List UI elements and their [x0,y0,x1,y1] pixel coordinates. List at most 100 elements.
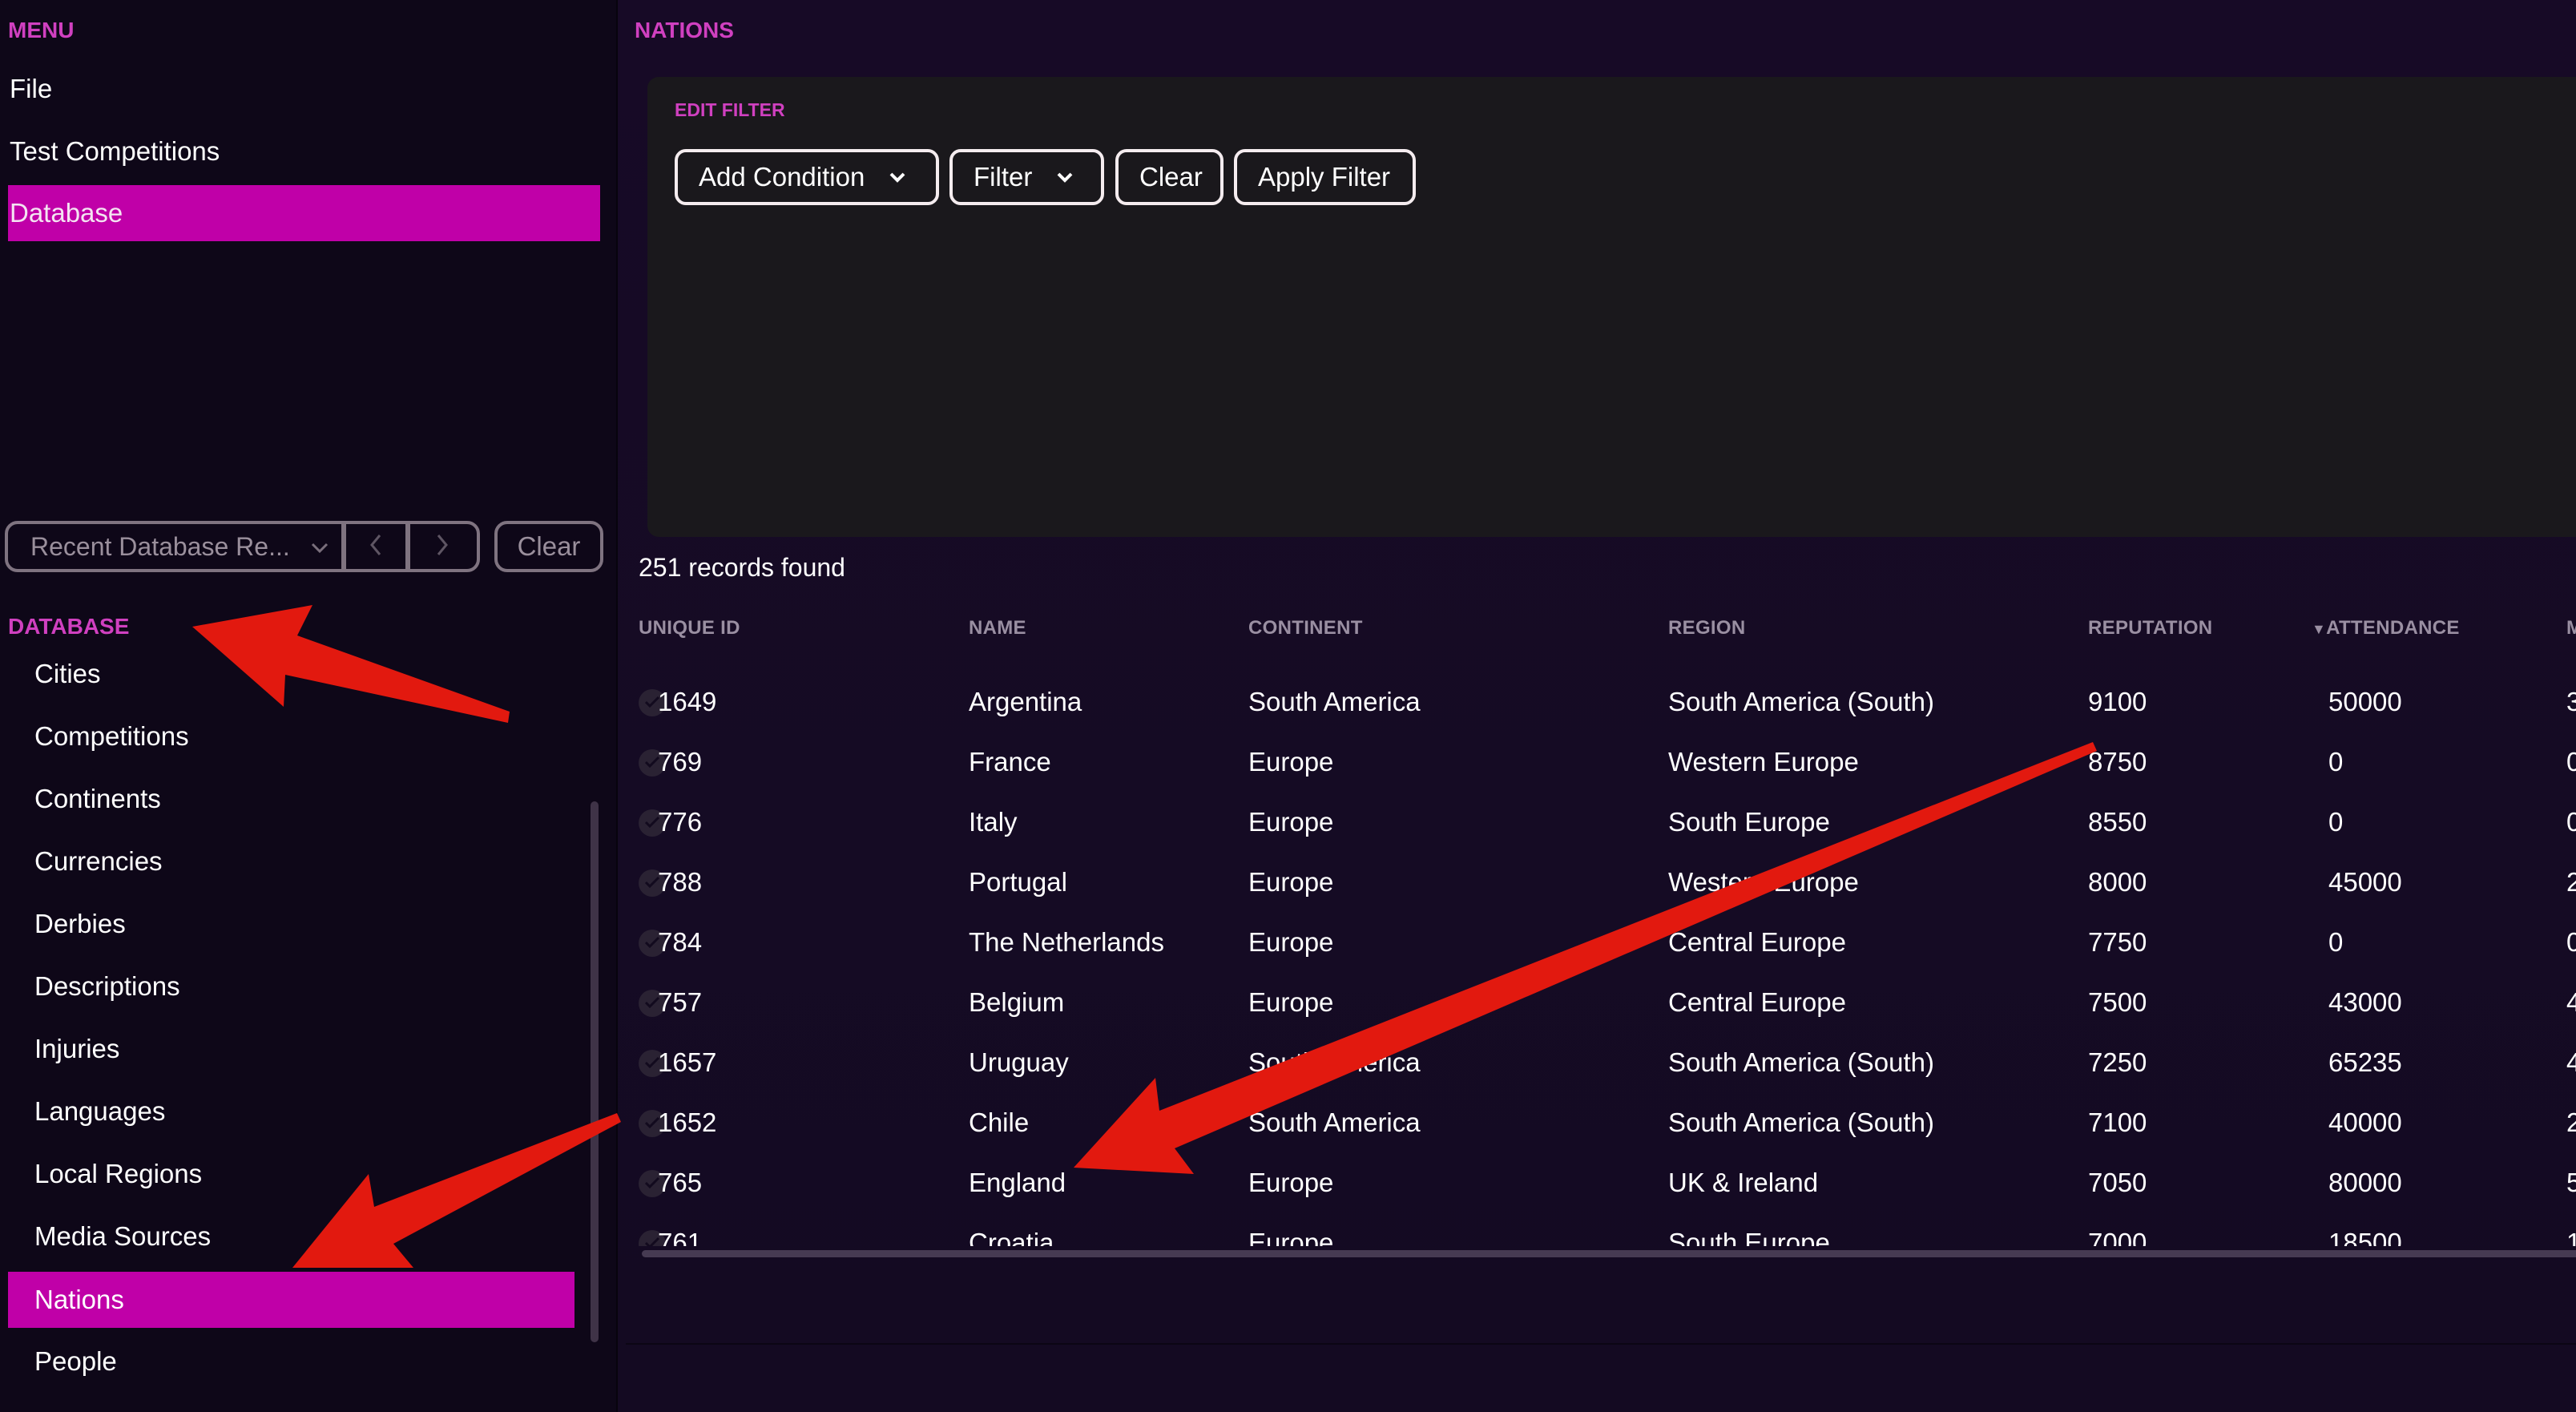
table-row[interactable]: 788 Portugal Europe Western Europe 8000 45000… [618,852,2576,912]
cell-continent: Europe [1248,747,1334,777]
cell-unique-id: 769 [658,747,703,777]
chevron-down-icon [889,167,906,188]
sidebar-item-competitions[interactable]: Competitions [8,708,574,764]
cell-m: 2 [2566,867,2576,897]
cell-attendance: 80000 [2328,1168,2402,1197]
sidebar-item-label: Continents [34,784,161,813]
cell-attendance: 40000 [2328,1107,2402,1137]
column-header-unique-id[interactable]: UNIQUE ID [639,617,740,639]
column-header-reputation[interactable]: REPUTATION [2088,617,2212,639]
recent-records-dropdown[interactable]: Recent Database Re... [8,524,346,569]
column-header-continent[interactable]: CONTINENT [1248,617,1363,639]
sidebar-item-label: Descriptions [34,971,180,1001]
edit-filter-title: EDIT FILTER [675,99,785,120]
sidebar-item-nations[interactable]: Nations [8,1272,574,1328]
recent-next-button[interactable] [410,524,474,569]
sidebar: MENU File Test Competitions Database Rec… [0,0,618,1412]
cell-unique-id: 1652 [658,1107,717,1137]
column-header-attendance[interactable]: ▼ATTENDANCE [2312,617,2460,639]
table-row[interactable]: 776 Italy Europe South Europe 8550 0 0 [618,792,2576,852]
cell-attendance: 50000 [2328,687,2402,716]
cell-reputation: 7050 [2088,1168,2147,1197]
sidebar-item-local-regions[interactable]: Local Regions [8,1146,574,1202]
chevron-left-icon [369,530,382,563]
recent-clear-button[interactable]: Clear [494,521,603,572]
cell-attendance: 0 [2328,747,2344,777]
cell-region: Western Europe [1668,867,1859,897]
table-row[interactable]: 757 Belgium Europe Central Europe 7500 43000 4 [618,972,2576,1032]
cell-region: Central Europe [1668,927,1846,957]
sidebar-item-descriptions[interactable]: Descriptions [8,958,574,1015]
cell-reputation: 8550 [2088,807,2147,837]
recent-records-group: Recent Database Re... [5,521,480,572]
cell-m: 2 [2566,1107,2576,1137]
column-header-name[interactable]: NAME [969,617,1026,639]
sidebar-item-label: Media Sources [34,1221,212,1251]
cell-unique-id: 776 [658,807,703,837]
sidebar-item-label: People [34,1346,117,1376]
sidebar-scrollbar[interactable] [591,801,599,1342]
sidebar-item-continents[interactable]: Continents [8,771,574,827]
cell-unique-id: 1657 [658,1047,717,1077]
cell-m: 3 [2566,687,2576,716]
cell-unique-id: 761 [658,1228,703,1246]
cell-m: 1 [2566,1228,2576,1246]
column-header-m[interactable]: M [2566,617,2576,639]
sidebar-item-derbies[interactable]: Derbies [8,896,574,952]
cell-m: 5 [2566,1168,2576,1197]
sidebar-item-languages[interactable]: Languages [8,1083,574,1140]
cell-unique-id: 788 [658,867,703,897]
main-panel: NATIONS EDIT FILTER Add Condition Filter… [618,0,2576,1412]
cell-unique-id: 765 [658,1168,703,1197]
cell-unique-id: 784 [658,927,703,957]
menu-item-label: Test Competitions [10,136,220,166]
sidebar-item-cities[interactable]: Cities [8,646,574,702]
table-row[interactable]: 765 England Europe UK & Ireland 7050 80000 5 [618,1152,2576,1212]
cell-region: South America (South) [1668,687,1934,716]
sidebar-item-currencies[interactable]: Currencies [8,833,574,890]
menu-item-database[interactable]: Database [8,185,600,241]
table-row[interactable]: 769 France Europe Western Europe 8750 0 0 [618,732,2576,792]
table-row[interactable]: 1657 Uruguay South America South America (S… [618,1032,2576,1092]
cell-region: UK & Ireland [1668,1168,1819,1197]
table-row[interactable]: 1652 Chile South America South America (Sou… [618,1092,2576,1152]
sidebar-item-label: Currencies [34,846,163,876]
chevron-down-icon [1056,167,1074,188]
add-condition-button[interactable]: Add Condition [675,149,939,205]
table-row[interactable]: 784 The Netherlands Europe Central Europe 77… [618,912,2576,972]
menu-item-test-competitions[interactable]: Test Competitions [8,123,600,180]
menu-item-label: Database [10,198,123,228]
filter-label: Filter [974,162,1033,192]
sidebar-item-people[interactable]: People [8,1333,574,1390]
table-row[interactable]: 1649 Argentina South America South America … [618,672,2576,732]
cell-name: Chile [969,1107,1030,1137]
sidebar-item-injuries[interactable]: Injuries [8,1021,574,1077]
cell-m: 4 [2566,987,2576,1017]
cell-continent: Europe [1248,1168,1334,1197]
column-header-region[interactable]: REGION [1668,617,1745,639]
sidebar-item-label: Injuries [34,1034,120,1063]
recent-records-label: Recent Database Re... [30,531,290,561]
cell-name: The Netherlands [969,927,1164,957]
cell-m: 0 [2566,927,2576,957]
sidebar-item-label: Languages [34,1096,166,1126]
clear-filter-button[interactable]: Clear [1115,149,1223,205]
cell-attendance: 18500 [2328,1228,2402,1246]
chevron-right-icon [436,530,449,563]
sidebar-item-media-sources[interactable]: Media Sources [8,1208,574,1265]
cell-region: South America (South) [1668,1047,1934,1077]
apply-filter-button[interactable]: Apply Filter [1234,149,1416,205]
recent-prev-button[interactable] [346,524,410,569]
horizontal-scrollbar[interactable] [642,1250,2576,1257]
table-row[interactable]: 761 Croatia Europe South Europe 7000 18500 1 [618,1212,2576,1246]
filter-dropdown-button[interactable]: Filter [949,149,1104,205]
cell-reputation: 8000 [2088,867,2147,897]
sidebar-item-label: Cities [34,659,101,688]
cell-name: Uruguay [969,1047,1069,1077]
cell-reputation: 8750 [2088,747,2147,777]
cell-continent: Europe [1248,1228,1334,1246]
table-body: 1649 Argentina South America South America … [618,672,2576,1246]
sidebar-item-label: Local Regions [34,1159,203,1188]
cell-reputation: 7750 [2088,927,2147,957]
menu-item-file[interactable]: File [8,61,600,117]
